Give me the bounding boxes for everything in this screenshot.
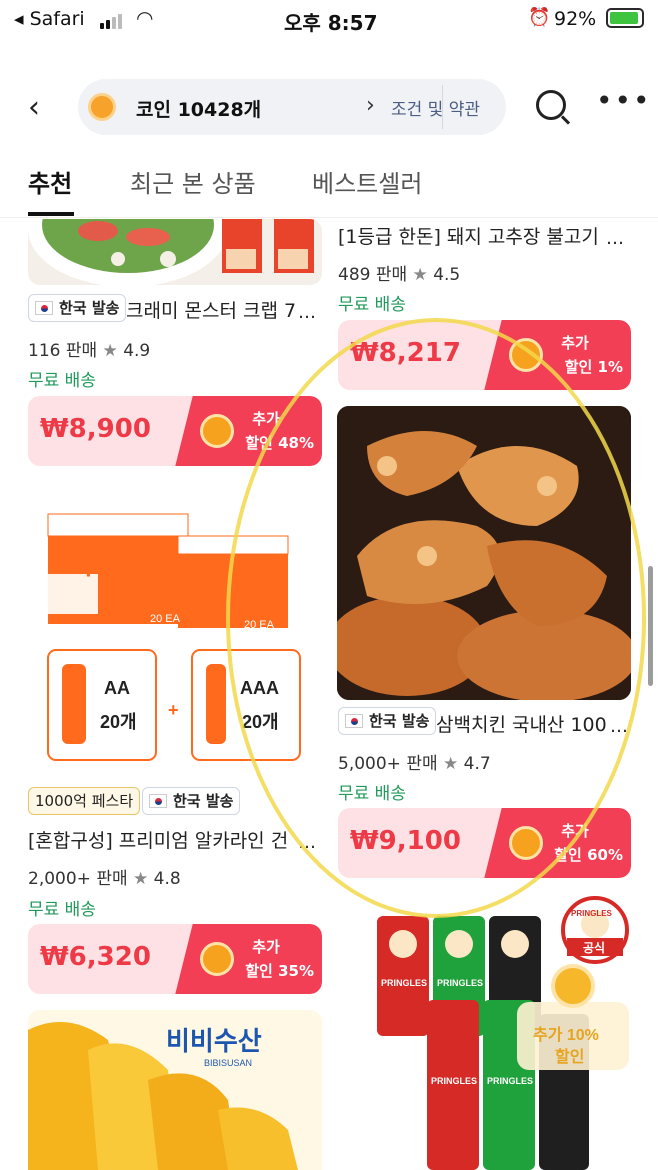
svg-text:+: + — [168, 700, 179, 720]
korea-shipping-badge: 한국 발송 — [142, 787, 241, 815]
signal-icon — [100, 10, 124, 29]
svg-text:AA: AA — [104, 678, 130, 698]
status-bar: ◂ Safari ◠ 오후 8:57 ⏰ 92% — [0, 0, 658, 40]
svg-text:20 EA: 20 EA — [150, 613, 181, 625]
pringles-illustration: PRINGLES PRINGLES PRINGLES PRINGLES PRIN… — [377, 896, 629, 1170]
svg-text:추가 10%: 추가 10% — [533, 1025, 599, 1044]
product-title[interactable]: [혼합구성] 프리미엄 알카라인 건 — [28, 826, 298, 853]
carrier-label: ◂ Safari — [14, 8, 85, 30]
wifi-icon: ◠ — [136, 6, 154, 30]
coin-icon — [88, 93, 116, 121]
coin-pill[interactable]: 코인 10428개 › 조건 및 약관 — [78, 79, 506, 135]
sales-rating: 116 판매 ★ 4.9 — [28, 341, 151, 361]
sales-rating: 2,000+ 판매 ★ 4.8 — [28, 869, 181, 889]
tab-recently-viewed[interactable]: 최근 본 상품 — [130, 164, 256, 199]
product-image-crab-salad[interactable] — [28, 219, 322, 285]
coin-icon — [200, 942, 234, 976]
svg-text:PRINGLES: PRINGLES — [487, 1076, 533, 1086]
festa-badge: 1000억 페스타 — [28, 787, 141, 815]
battery-percent: 92% — [554, 8, 597, 30]
product-image-mango[interactable]: 비비수산 BIBISUSAN — [28, 1010, 322, 1170]
free-shipping: 무료 배송 — [28, 371, 96, 391]
free-shipping: 무료 배송 — [28, 900, 96, 920]
coin-icon — [200, 414, 234, 448]
svg-text:PRINGLES: PRINGLES — [571, 909, 613, 918]
svg-text:BIBISUSAN: BIBISUSAN — [204, 1058, 252, 1068]
sales-rating: 489 판매 ★ 4.5 — [338, 265, 461, 285]
terms-button[interactable]: 조건 및 약관 — [390, 95, 506, 120]
star-icon: ★ — [412, 265, 428, 285]
scrollbar[interactable] — [648, 566, 653, 686]
tab-bestseller[interactable]: 베스트셀러 — [312, 164, 422, 199]
ellipsis: … — [606, 228, 624, 249]
korea-flag-icon — [35, 301, 53, 315]
discount-label: 할인 1% — [564, 358, 623, 376]
extra-label: 추가 — [561, 334, 589, 352]
product-title[interactable]: 크래미 몬스터 크랩 7 — [126, 296, 304, 323]
svg-text:O'price: O'price — [63, 552, 138, 577]
free-shipping: 무료 배송 — [338, 295, 406, 315]
alarm-icon: ⏰ — [528, 7, 551, 28]
price: ₩8,900 — [40, 414, 151, 444]
product-image-pringles[interactable]: PRINGLES PRINGLES PRINGLES PRINGLES PRIN… — [337, 894, 631, 1170]
crab-salad-illustration — [28, 219, 314, 285]
korea-flag-icon — [149, 794, 167, 808]
battery-icon — [606, 8, 644, 28]
svg-text:PRINGLES: PRINGLES — [437, 978, 483, 988]
svg-text:PRINGLES: PRINGLES — [431, 1076, 477, 1086]
back-icon[interactable]: ‹ — [28, 90, 40, 125]
svg-text:PRINGLES: PRINGLES — [381, 978, 427, 988]
discount-label: 할인 35% — [245, 962, 314, 980]
tab-recommended[interactable]: 추천 — [28, 164, 72, 199]
extra-label: 추가 — [252, 938, 280, 956]
svg-text:공식: 공식 — [583, 940, 605, 955]
mango-illustration: 비비수산 BIBISUSAN — [28, 1010, 322, 1170]
price: ₩6,320 — [40, 942, 151, 972]
tab-bar: 추천 최근 본 상품 베스트셀러 — [0, 160, 658, 218]
coin-balance: 코인 10428개 — [136, 99, 262, 121]
more-icon[interactable]: ••• — [596, 84, 652, 117]
highlight-circle — [226, 318, 646, 918]
ellipsis: … — [298, 302, 316, 323]
svg-text:할인: 할인 — [555, 1048, 584, 1066]
svg-text:20개: 20개 — [100, 712, 137, 732]
search-icon[interactable] — [536, 90, 566, 120]
top-bar: ‹ 코인 10428개 › 조건 및 약관 ••• — [0, 76, 658, 138]
tab-underline — [28, 212, 74, 216]
korea-shipping-badge: 한국 발송 — [28, 294, 127, 322]
star-icon: ★ — [133, 869, 149, 889]
price-box[interactable]: ₩6,320 추가 할인 35% — [28, 924, 322, 994]
product-title[interactable]: [1등급 한돈] 돼지 고추장 불고기 — [338, 222, 600, 249]
chevron-right-icon: › — [366, 93, 375, 118]
star-icon: ★ — [102, 341, 118, 361]
svg-text:비비수산: 비비수산 — [166, 1026, 262, 1056]
status-time: 오후 8:57 — [284, 11, 378, 35]
